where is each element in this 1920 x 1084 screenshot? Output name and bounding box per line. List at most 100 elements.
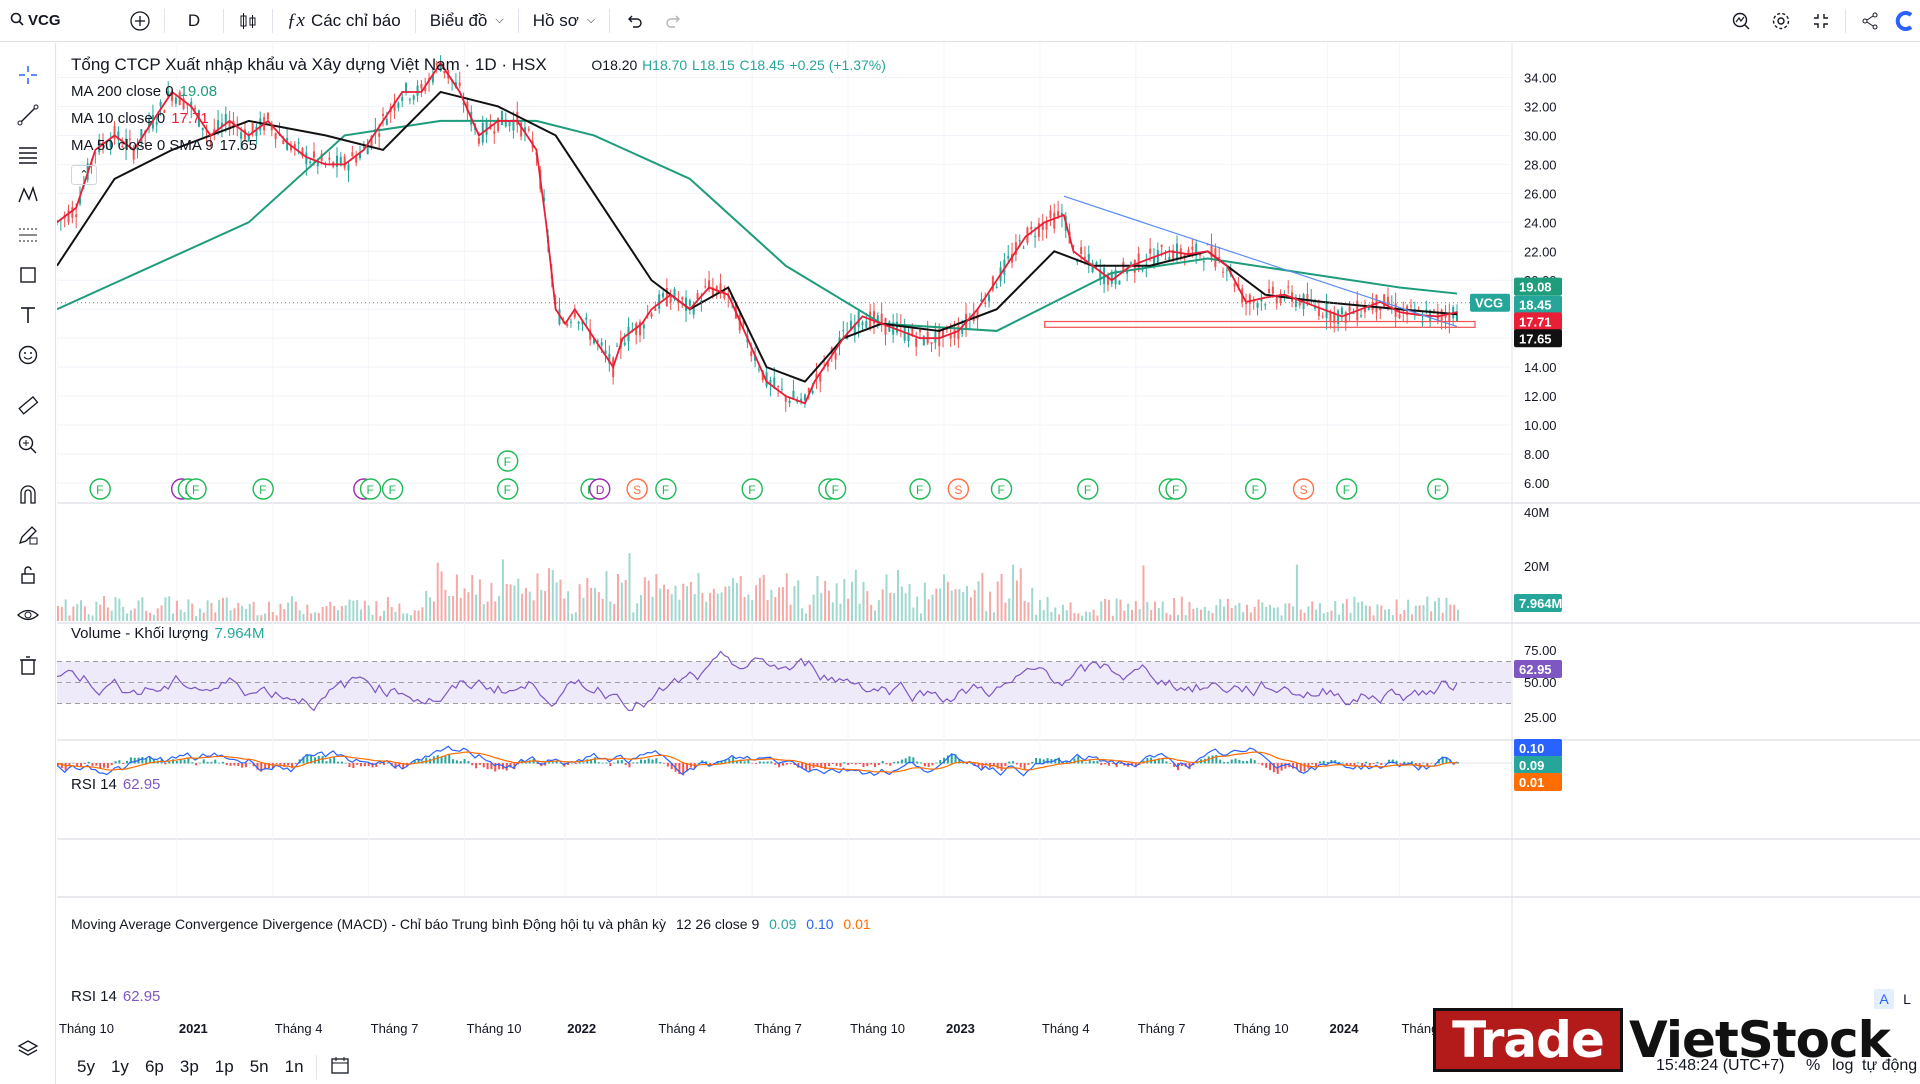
share-button[interactable]	[1850, 0, 1890, 42]
volume-bar	[544, 590, 547, 621]
indicators-button[interactable]: ƒx Các chỉ báo	[277, 0, 411, 42]
macd-hist-bar	[233, 763, 236, 766]
candle-body	[577, 321, 580, 324]
fib-tool[interactable]	[12, 139, 44, 171]
volume-bar	[586, 577, 589, 621]
macd-pane	[56, 745, 1512, 777]
volume-bar	[1257, 599, 1260, 621]
volume-bar	[64, 599, 67, 621]
ruler-tool[interactable]	[12, 389, 44, 421]
zoom-tool[interactable]	[12, 429, 44, 461]
ma50-legend[interactable]: MA 50 close 0 SMA 9 17.65	[71, 137, 257, 154]
delete-tool[interactable]	[12, 649, 44, 681]
macd-hist-bar	[659, 761, 662, 764]
volume-bar	[1326, 612, 1329, 621]
undo-button[interactable]	[614, 0, 654, 42]
auto-scale-button[interactable]: A	[1874, 989, 1894, 1009]
ma200-legend[interactable]: MA 200 close 0 19.08	[71, 83, 217, 100]
fx-icon: ƒx	[287, 9, 305, 31]
log-scale-button[interactable]: L	[1898, 989, 1916, 1009]
range-button-1n[interactable]: 1n	[277, 1057, 312, 1077]
magnet-tool[interactable]	[12, 479, 44, 511]
volume-bar	[824, 580, 827, 621]
prediction-tool[interactable]	[12, 219, 44, 251]
interval-button[interactable]: D	[169, 0, 219, 42]
macd-hist-bar	[920, 762, 923, 764]
symbol-search[interactable]: VCG	[0, 0, 120, 42]
collapse-legend-button[interactable]: ⌃	[71, 165, 97, 185]
volume-bar	[712, 588, 715, 621]
volume-bar	[1035, 614, 1038, 621]
volume-bar	[490, 582, 493, 621]
draw-lock-tool[interactable]	[12, 519, 44, 551]
volume-bar	[337, 610, 339, 621]
candle-body	[351, 152, 354, 157]
volume-bar	[271, 611, 274, 621]
volume-bar	[1000, 573, 1003, 621]
candle-body	[1432, 309, 1435, 311]
volume-bar	[1345, 598, 1348, 621]
volume-bar	[340, 606, 343, 621]
settings-button[interactable]	[1761, 0, 1801, 42]
shape-tool[interactable]	[12, 259, 44, 291]
volume-bar	[1249, 612, 1252, 621]
volume-bar	[709, 592, 712, 621]
lock-tool[interactable]	[12, 559, 44, 591]
range-button-1y[interactable]: 1y	[103, 1057, 137, 1077]
ma10-legend[interactable]: MA 10 close 0 17.71	[71, 110, 209, 127]
chart-canvas[interactable]: FDFFFDFFFFDSFFFFFSFFFFFSFFF 34.0032.0030…	[56, 43, 1920, 1039]
support-box	[1044, 320, 1476, 328]
candle-body	[669, 296, 672, 303]
visibility-tool[interactable]	[12, 599, 44, 631]
range-button-6p[interactable]: 6p	[137, 1057, 172, 1077]
trendline-tool[interactable]	[12, 99, 44, 131]
volume-bar	[870, 604, 873, 621]
macd-hist-bar	[440, 756, 443, 764]
pattern-tool[interactable]	[12, 179, 44, 211]
candle-type-button[interactable]	[228, 0, 268, 42]
volume-bar	[99, 604, 102, 621]
volume-bar	[1027, 602, 1030, 621]
volume-bar	[570, 613, 573, 621]
volume-bar	[697, 573, 700, 621]
volume-bar	[1418, 605, 1421, 621]
fullscreen-button[interactable]	[1801, 0, 1841, 42]
emoji-tool[interactable]	[12, 339, 44, 371]
macd-legend: Moving Average Convergence Divergence (M…	[71, 916, 871, 932]
range-button-5n[interactable]: 5n	[242, 1057, 277, 1077]
macd-hist-bar	[881, 760, 884, 764]
text-tool[interactable]	[12, 299, 44, 331]
crosshair-tool[interactable]	[12, 59, 44, 91]
candle-body	[834, 352, 837, 360]
macd-signal-value: 0.01	[843, 916, 871, 932]
goto-date-button[interactable]	[329, 1054, 351, 1081]
volume-bar	[475, 594, 478, 621]
macd-hist-bar	[854, 763, 857, 765]
volume-bar	[866, 591, 869, 621]
volume-bar	[609, 601, 612, 621]
event-label: D	[596, 483, 605, 497]
add-symbol-button[interactable]	[120, 0, 160, 42]
volume-bar	[1169, 614, 1172, 621]
candle-body	[401, 96, 404, 101]
profile-menu-button[interactable]: Hồ sơ ⌵	[523, 0, 605, 42]
redo-button[interactable]	[654, 0, 694, 42]
range-button-3p[interactable]: 3p	[172, 1057, 207, 1077]
brand-button[interactable]	[1890, 0, 1920, 42]
range-button-1p[interactable]: 1p	[207, 1057, 242, 1077]
volume-bar	[402, 613, 405, 621]
object-tree-tool[interactable]	[12, 1033, 44, 1065]
volume-bar	[1203, 606, 1206, 621]
candle-body	[1083, 256, 1086, 259]
chart-area[interactable]: FDFFFDFFFFDSFFFFFSFFFFFSFFF 34.0032.0030…	[56, 43, 1920, 1039]
volume-bar	[252, 602, 255, 621]
alert-button[interactable]	[1721, 0, 1761, 42]
candle-body	[903, 327, 906, 341]
time-tick: Tháng 7	[371, 1021, 419, 1036]
candle-body	[616, 345, 618, 347]
range-button-5y[interactable]: 5y	[69, 1057, 103, 1077]
crosshair-icon	[19, 66, 37, 84]
chart-menu-button[interactable]: Biểu đồ ⌵	[420, 0, 514, 42]
volume-bar	[367, 605, 370, 621]
macd-hist-bar	[99, 763, 102, 769]
